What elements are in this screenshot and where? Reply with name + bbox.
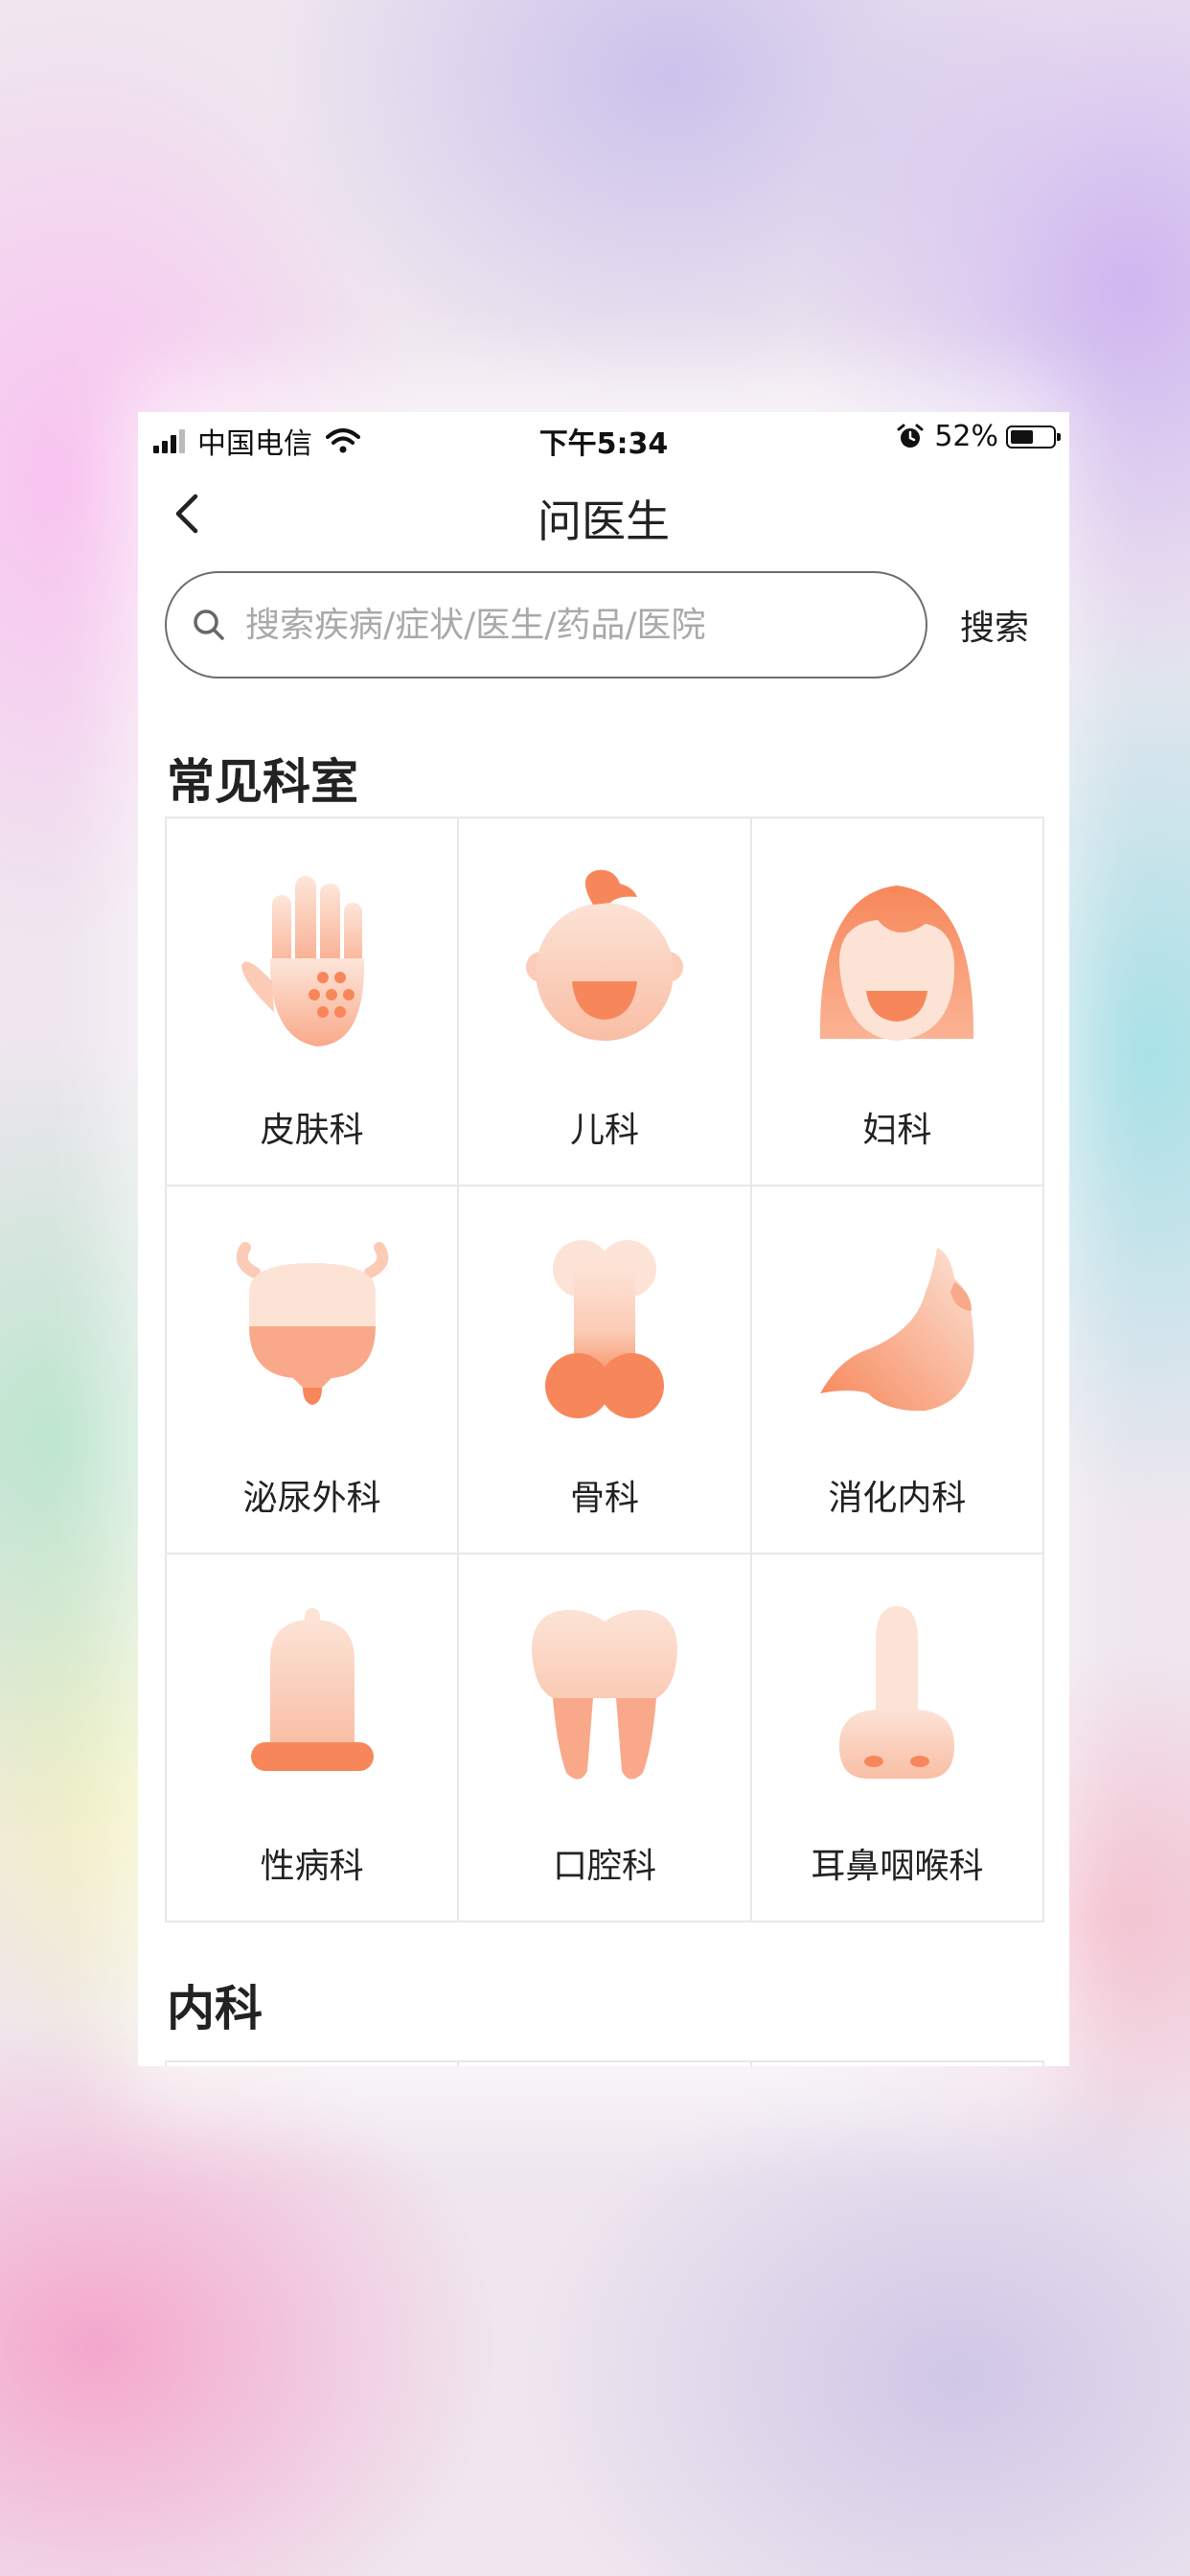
- woman-icon: [820, 886, 974, 1041]
- department-item-orthopedics[interactable]: 骨科: [459, 1186, 752, 1554]
- condom-icon: [250, 1608, 374, 1771]
- department-label: 骨科: [569, 1479, 639, 1518]
- nose-icon: [839, 1606, 955, 1779]
- section-title-internal: 内科: [167, 1981, 263, 2036]
- department-label: 消化内科: [828, 1479, 967, 1518]
- department-item-stomatology[interactable]: 口腔科: [459, 1554, 752, 1922]
- battery-icon: [1006, 425, 1061, 448]
- bone-icon: [544, 1240, 664, 1418]
- department-item-gastroenterology[interactable]: 消化内科: [751, 1186, 1044, 1554]
- department-item-gynecology[interactable]: 妇科: [751, 818, 1044, 1186]
- section-title-common: 常见科室: [167, 754, 358, 810]
- department-label: 性病科: [260, 1847, 364, 1886]
- department-label: 妇科: [862, 1111, 932, 1150]
- battery-percent: 52%: [934, 420, 998, 453]
- hand-icon: [240, 876, 364, 1046]
- search-button[interactable]: 搜索: [960, 600, 1029, 650]
- search-icon: [194, 610, 224, 640]
- internal-medicine-grid: [165, 2060, 1044, 2066]
- status-bar: 中国电信 下午5:34 52%: [138, 412, 1069, 466]
- department-item-pediatrics[interactable]: 儿科: [459, 818, 752, 1186]
- search-box[interactable]: [165, 571, 927, 678]
- bladder-icon: [236, 1242, 388, 1405]
- baby-icon: [525, 869, 683, 1041]
- department-label: 耳鼻咽喉科: [811, 1847, 984, 1886]
- department-label: 泌尿外科: [242, 1479, 381, 1518]
- department-label: 皮肤科: [260, 1111, 364, 1150]
- department-item-std[interactable]: 性病科: [167, 1554, 460, 1922]
- page-title: 问医生: [538, 495, 670, 547]
- phone-screen: 中国电信 下午5:34 52% 问医生 搜索疾病/症状/医生/药品/医院 搜索 …: [138, 412, 1069, 2066]
- department-label: 口腔科: [552, 1847, 656, 1886]
- navigation-bar: 问医生: [138, 466, 1069, 562]
- department-item-ent[interactable]: 耳鼻咽喉科: [751, 1554, 1044, 1922]
- tooth-icon: [531, 1609, 677, 1780]
- search-input[interactable]: [243, 604, 926, 646]
- department-grid: 皮肤科 儿科 妇科 泌尿外科 骨科 消化内科 性病科 口腔科 耳鼻咽喉科: [165, 816, 1044, 1922]
- status-right: 52%: [896, 420, 1061, 453]
- department-label: 儿科: [569, 1111, 639, 1150]
- department-item-dermatology[interactable]: 皮肤科: [167, 818, 460, 1186]
- alarm-icon: [897, 424, 924, 448]
- department-item-urology[interactable]: 泌尿外科: [167, 1186, 460, 1554]
- stomach-icon: [820, 1248, 974, 1412]
